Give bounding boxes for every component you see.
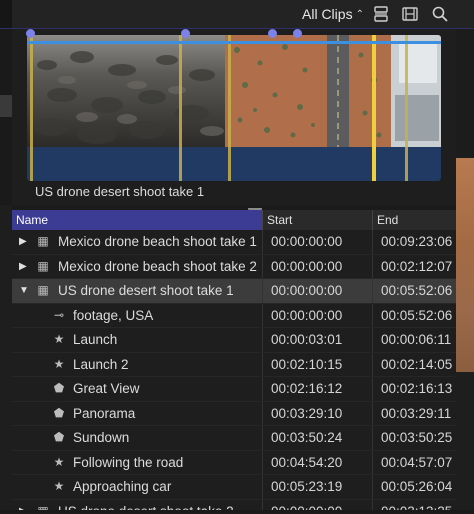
row-end: 00:03:50:25 (372, 426, 456, 450)
keyword-range-line (30, 35, 33, 181)
marker-line (228, 35, 231, 181)
star-icon: ★ (53, 479, 65, 493)
table-row[interactable]: ★ Launch 2 00:02:10:15 00:02:14:05 (12, 352, 456, 377)
row-start: 00:00:00:00 (262, 230, 372, 254)
keyword-icon: ⊸ (53, 307, 65, 322)
skimmer-playhead[interactable] (372, 35, 376, 181)
star-icon: ★ (53, 356, 65, 371)
pane-marker (0, 95, 12, 117)
star-icon: ★ (53, 332, 65, 346)
row-name: Approaching car (73, 479, 172, 494)
row-end: 00:02:12:07 (372, 254, 456, 278)
marker-pin-icon[interactable] (26, 29, 35, 38)
table-row[interactable]: ⬟ Panorama 00:03:29:10 00:03:29:11 (12, 401, 456, 426)
row-end: 00:02:14:05 (372, 352, 456, 376)
marker-icon: ⬟ (53, 430, 65, 444)
disclosure-open-icon[interactable]: ▼ (19, 279, 29, 303)
row-name: US drone desert shoot take 1 (58, 283, 234, 298)
row-start: 00:00:03:01 (262, 328, 372, 352)
table-row[interactable]: ▶ ▦ Mexico drone beach shoot take 2 00:00:0… (12, 254, 456, 279)
row-start: 00:03:50:24 (262, 426, 372, 450)
table-row[interactable]: ▼ ▦ US drone desert shoot take 1 00:00:00:0… (12, 279, 456, 304)
row-end: 00:04:57:07 (372, 450, 456, 474)
row-end: 00:02:16:13 (372, 377, 456, 401)
row-start: 00:03:29:10 (262, 401, 372, 425)
row-start: 00:00:00:00 (262, 254, 372, 278)
keyword-range-bar (27, 41, 441, 44)
row-start: 00:04:54:20 (262, 450, 372, 474)
table-row[interactable]: ▶ ▦ Mexico drone beach shoot take 1 00:00:0… (12, 230, 456, 255)
disclosure-closed-icon[interactable]: ▶ (19, 230, 27, 254)
row-end: 00:00:06:11 (372, 328, 456, 352)
row-end: 00:05:26:04 (372, 475, 456, 499)
filmstrip-view-icon[interactable] (401, 5, 419, 23)
row-start: 00:05:23:19 (262, 475, 372, 499)
row-name: Mexico drone beach shoot take 1 (58, 234, 257, 249)
all-clips-filter-popup[interactable]: All Clips ⌃ (302, 4, 364, 24)
film-icon: ▦ (37, 283, 49, 297)
marker-pin-icon[interactable] (268, 29, 277, 38)
row-end: 00:05:52:06 (372, 279, 456, 303)
toolbar-left-edge (0, 0, 12, 28)
left-pane-edge (0, 29, 12, 205)
marker-pin-icon[interactable] (181, 29, 190, 38)
marker-icon: ⬟ (53, 405, 65, 420)
row-start: 00:00:00:00 (262, 279, 372, 303)
search-icon[interactable] (431, 5, 449, 23)
row-name: Launch (73, 332, 118, 347)
row-name: Great View (73, 381, 140, 396)
row-start: 00:02:16:12 (262, 377, 372, 401)
column-header-end[interactable]: End (372, 210, 456, 230)
marker-icon: ⬟ (53, 381, 65, 395)
row-name: Sundown (73, 430, 130, 445)
audio-waveform-lane (27, 147, 441, 181)
film-icon: ▦ (37, 258, 49, 273)
column-header-name[interactable]: Name (12, 210, 262, 230)
row-start: 00:00:00:00 (262, 303, 372, 327)
browser-toolbar: All Clips ⌃ (0, 0, 474, 29)
table-body: ▶ ▦ Mexico drone beach shoot take 1 00:00:0… (12, 230, 456, 514)
table-header: Name Start End (12, 210, 456, 230)
star-icon: ★ (53, 454, 65, 469)
clip-list-table: Name Start End ▶ ▦ Mexico drone beach shoo… (12, 210, 456, 514)
marker-pin-icon[interactable] (293, 29, 302, 38)
disclosure-closed-icon[interactable]: ▶ (19, 255, 27, 279)
clip-filmstrip[interactable] (27, 35, 441, 181)
film-icon: ▦ (37, 234, 49, 248)
clip-appearance-icon[interactable] (372, 5, 390, 23)
chevron-updown-icon: ⌃ (355, 8, 364, 20)
table-row[interactable]: ★ Following the road 00:04:54:20 00:04:57:0… (12, 450, 456, 475)
desert-road-thumbnail (319, 35, 441, 147)
desert-ground-thumbnail (225, 35, 319, 147)
table-row[interactable]: ⬟ Great View 00:02:16:12 00:02:16:13 (12, 377, 456, 402)
row-name: Panorama (73, 405, 136, 421)
row-name: Following the road (73, 454, 184, 470)
row-name: Mexico drone beach shoot take 2 (58, 258, 257, 274)
marker-line (179, 35, 182, 181)
table-row[interactable]: ⊸ footage, USA 00:00:00:00 00:05:52:06 (12, 303, 456, 328)
table-row[interactable]: ★ Launch 00:00:03:01 00:00:06:11 (12, 328, 456, 353)
all-clips-label: All Clips (302, 6, 353, 22)
row-name: Launch 2 (73, 356, 129, 372)
table-row[interactable]: ★ Approaching car 00:05:23:19 00:05:26:04 (12, 475, 456, 500)
viewer-peek (456, 158, 474, 372)
row-end: 00:09:23:06 (372, 230, 456, 254)
marker-line (405, 35, 408, 181)
clip-title: US drone desert shoot take 1 (35, 184, 205, 199)
row-name: footage, USA (73, 307, 154, 323)
bottom-edge (0, 510, 474, 514)
table-row[interactable]: ⬟ Sundown 00:03:50:24 00:03:50:25 (12, 426, 456, 451)
right-pane-edge (456, 29, 474, 158)
rocky-terrain-thumbnail (27, 35, 225, 147)
row-end: 00:03:29:11 (372, 401, 456, 425)
row-end: 00:05:52:06 (372, 303, 456, 327)
row-start: 00:02:10:15 (262, 352, 372, 376)
column-header-start[interactable]: Start (262, 210, 372, 230)
